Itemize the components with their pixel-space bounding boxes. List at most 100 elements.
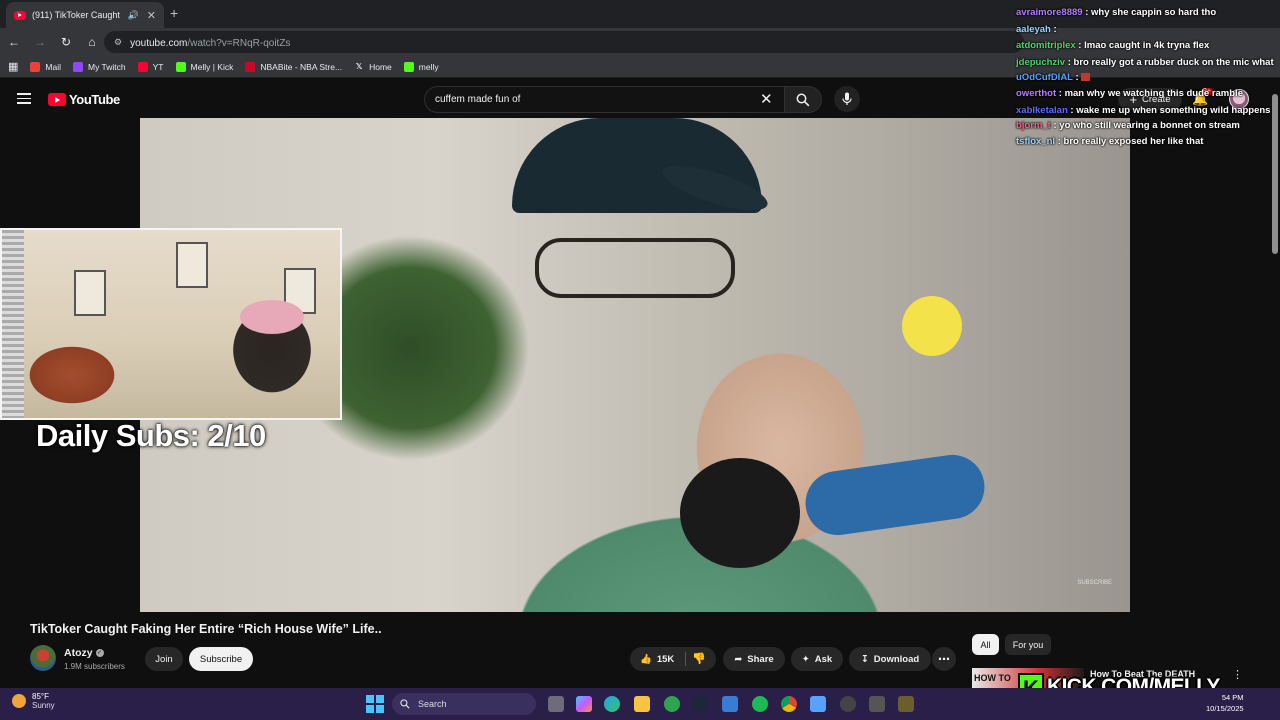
ask-button[interactable]: ✦ Ask [791,647,843,671]
search-icon [400,699,410,709]
youtube-icon [137,61,148,72]
microphone-icon [842,92,852,105]
bookmark-nbabite[interactable]: NBABite - NBA Stre... [245,61,342,72]
plus-icon[interactable]: + [170,5,178,21]
share-button[interactable]: ➦ Share [723,647,785,671]
apps-grid-icon[interactable]: ▦ [8,60,18,73]
stream-chat-overlay: avraimore8889 : why she cappin so hard t… [1016,0,1280,200]
thumbs-up-icon: 👍 [640,653,652,665]
wall-frame [74,270,106,316]
chat-message: atdomitriplex : lmao caught in 4k tryna … [1016,40,1210,51]
glasses-shape [535,238,735,298]
bookmark-melly[interactable]: melly [403,61,439,72]
subscribe-watermark[interactable]: SUBSCRIBE [1077,580,1112,586]
daily-subs-overlay: Daily Subs: 2/10 [36,418,266,453]
share-arrow-icon: ➦ [734,653,743,665]
download-button[interactable]: ↧ Download [849,647,931,671]
speaker-icon[interactable]: 🔊 [128,10,139,21]
rubber-duck-shape [902,296,962,356]
reload-icon[interactable]: ↻ [54,30,78,54]
channel-name[interactable]: Atozy ✓ [64,647,104,659]
x-icon: 𝕏 [355,61,363,71]
nba-icon [245,61,256,72]
twitch-icon [73,61,83,72]
voice-search-button[interactable] [834,86,860,112]
bookmark-my-twitch[interactable]: My Twitch [73,61,126,72]
search-icon [796,93,810,106]
sun-icon [12,694,26,708]
forward-arrow-icon[interactable]: → [28,30,52,54]
chat-message: xablketalan : wake me up when something … [1016,104,1271,116]
kick-icon [175,61,186,72]
youtube-play-icon [48,93,66,106]
site-info-icon[interactable]: ⚙ [114,37,122,48]
close-tab-icon[interactable]: ✕ [147,9,156,22]
clear-search-icon[interactable]: ✕ [760,90,773,108]
streamer-facecam [0,228,342,420]
subscriber-count: 1.9M subscribers [64,662,125,671]
photos-icon[interactable] [810,696,826,712]
address-bar[interactable]: ⚙ youtube.com/watch?v=RNqR-qoitZs [104,31,1024,53]
weather-widget[interactable]: 85°F Sunny [12,692,55,710]
chip-for-you[interactable]: For you [1005,634,1051,655]
verified-check-icon: ✓ [95,649,104,657]
search-button[interactable] [784,86,822,113]
store-icon[interactable] [722,696,738,712]
chip-all[interactable]: All [972,634,999,655]
windows-start-icon[interactable] [366,695,384,713]
divider [685,652,686,666]
chat-message: uOdCufDIAL : [1016,70,1280,87]
chat-message: avraimore8889 : why she cappin so hard t… [1016,7,1217,18]
xbox-icon[interactable] [664,696,680,712]
bookmark-mail[interactable]: Mail [30,61,61,72]
bookmark-melly-kick[interactable]: Melly | Kick [175,61,233,72]
url-host: youtube.com [130,38,188,49]
youtube-logo[interactable]: YouTube [48,92,120,107]
browser-tab[interactable]: (911) TikToker Caught Faking Her Entire … [6,2,164,28]
tab-title: (911) TikToker Caught Faking Her Entire … [32,10,122,20]
subscribe-button[interactable]: Subscribe [189,647,253,671]
kick-icon [403,61,414,72]
chrome-icon[interactable] [781,696,797,712]
gmail-icon [30,61,41,72]
more-vert-icon[interactable]: ⋮ [1232,668,1243,681]
download-arrow-icon: ↧ [860,653,869,665]
menu-icon[interactable] [17,93,31,104]
join-button[interactable]: Join [145,647,183,671]
wall-frame [176,242,208,288]
emote-icon [1081,72,1091,81]
steam-icon[interactable] [692,696,708,712]
taskbar-search[interactable]: Search [392,693,536,715]
youtube-favicon-icon [14,10,26,20]
microphone-body-shape [801,450,989,540]
microphone-windscreen-shape [680,458,800,568]
url-path: /watch?v=RNqR-qoitZs [187,38,291,49]
chat-message: jdepuchziv : bro really got a rubber duc… [1016,56,1274,68]
copilot-icon[interactable] [576,696,592,712]
search-input[interactable]: cuffem made fun of [424,86,784,113]
chat-message: tsflox_nl : bro really exposed her like … [1016,136,1204,147]
like-button[interactable]: 👍 15K 👎 [630,647,716,671]
spotify-icon[interactable] [752,696,768,712]
bookmark-yt[interactable]: YT [137,61,164,72]
app-icon[interactable] [898,696,914,712]
edge-icon[interactable] [604,696,620,712]
bonnet-shape [240,300,304,334]
thumbs-down-icon[interactable]: 👎 [692,652,706,665]
bookmark-home[interactable]: 𝕏 Home [354,62,392,72]
task-view-icon[interactable] [548,696,564,712]
back-arrow-icon[interactable]: ← [2,30,26,54]
home-icon[interactable]: ⌂ [80,30,104,54]
window-blinds [2,230,24,418]
system-clock[interactable]: 54 PM 10/15/2025 [1206,692,1244,714]
screen: (911) TikToker Caught Faking Her Entire … [0,0,1280,720]
chat-message: bjorm_t : yo who still wearing a bonnet … [1016,119,1240,131]
media-player-icon[interactable] [840,696,856,712]
chat-message: owerthot : man why we watching this dude… [1016,88,1243,99]
sparkle-icon: ✦ [801,653,810,665]
channel-avatar[interactable] [30,645,56,671]
more-actions-icon[interactable]: ⋯ [932,647,956,671]
file-explorer-icon[interactable] [634,696,650,712]
chat-message: aaleyah : [1016,23,1057,35]
app-icon[interactable] [869,696,885,712]
